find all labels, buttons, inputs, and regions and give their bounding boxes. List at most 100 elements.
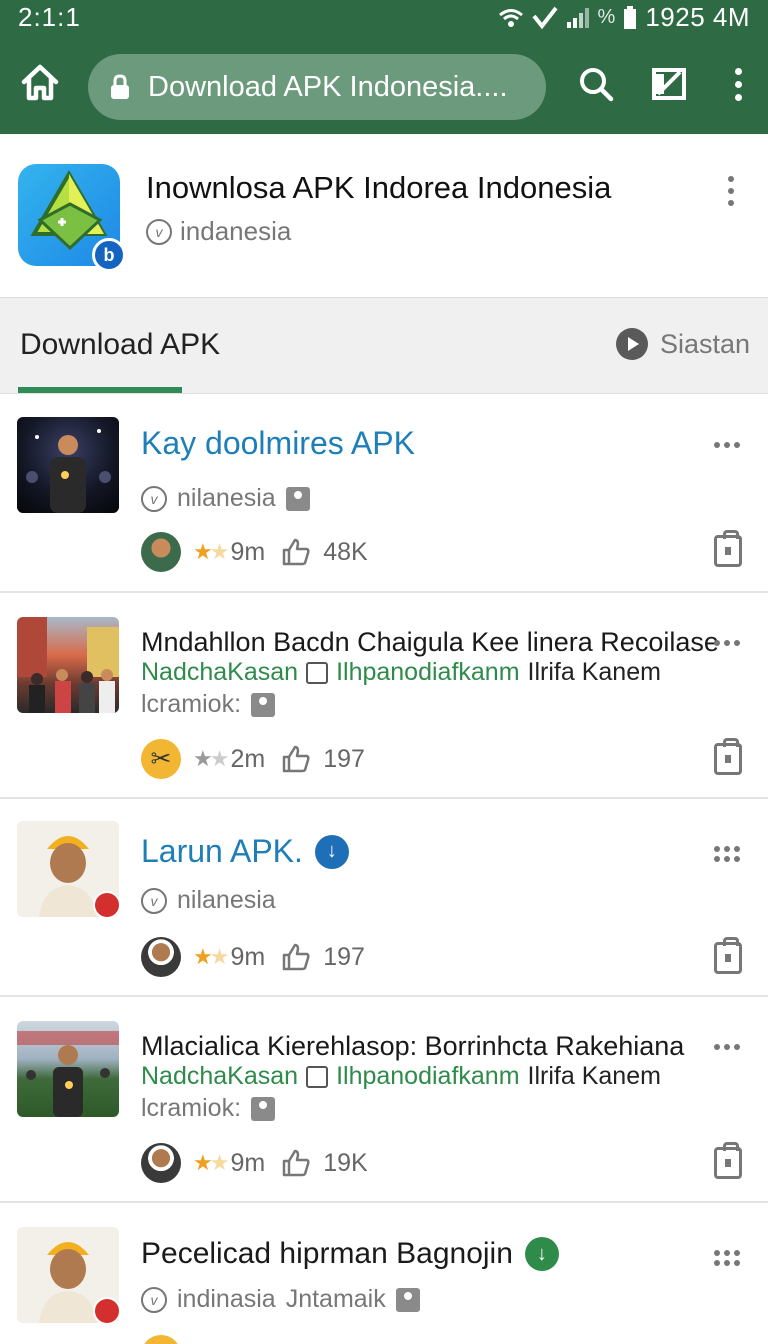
item-likes: 19K [323,1148,368,1177]
site-logo-badge: b [92,238,126,272]
avatar [141,937,181,977]
item-publisher: v nilanesia [141,484,310,513]
item-meta: ★★ 9m 197 [141,937,365,977]
tab-siastan-label: Siastan [659,328,750,359]
item-time: 9m [230,1148,266,1177]
tab-download-apk[interactable]: Download APK [20,328,220,362]
item-meta: ★★ 9m 48K [141,532,368,572]
avatar [141,1335,181,1344]
url-text: Download APK Indonesia.... [148,70,508,103]
thumbs-up-icon[interactable] [281,1148,311,1178]
item-tag-a: NadchaKasan [141,1062,299,1090]
item-thumbnail [17,821,119,917]
site-menu-icon[interactable] [727,176,735,206]
item-menu-icon[interactable] [714,442,740,448]
list-item[interactable]: Mlacialica Kierehlasop: Borrinhcta Rakeh… [0,997,768,1203]
list-item[interactable]: Mndahllon Bacdn Chaigula Kee linera Reco… [0,593,768,799]
app-bar: 2:1:1 % 1925 4M Download APK Indonesia..… [0,0,768,134]
item-publisher-text: nilanesia [177,484,276,512]
download-bag-icon[interactable] [714,738,742,775]
item-title[interactable]: Mndahllon Bacdn Chaigula Kee linera Reco… [141,627,719,658]
verified-outline-icon: v [141,1286,167,1313]
download-bag-icon[interactable] [714,530,742,567]
item-publisher-text: indinasia [177,1285,276,1313]
item-thumbnail [17,417,119,513]
item-meta: ✂ ★★ 2m 197 [141,739,365,779]
tab-active-indicator [18,387,182,393]
item-tag-c: Ilrifa Kanem [527,1062,661,1090]
item-tag-b: Ilhpanodiafkanm [336,658,520,686]
thumbs-up-icon[interactable] [281,942,311,972]
overflow-menu-icon[interactable] [734,68,742,101]
item-title-row: Pecelicad hiprman Bagnojin ↓ [141,1237,559,1271]
avatar [141,1143,181,1183]
list-item[interactable]: Kay doolmires APK v nilanesia ★★ 9m 48K [0,395,768,593]
tabs-icon[interactable] [650,64,690,104]
status-bar: 2:1:1 % 1925 4M [0,0,768,38]
verified-outline-icon: v [146,218,172,245]
battery-percent-label: % [597,6,616,28]
search-icon[interactable] [576,64,616,104]
play-icon [615,328,648,360]
browser-toolbar: Download APK Indonesia.... [0,38,768,134]
download-bag-icon[interactable] [714,1142,742,1179]
battery-icon [624,5,637,29]
item-tag-c: Ilrifa Kanem [527,658,661,686]
item-publisher: lcramiok: [141,1094,276,1123]
person-icon [251,1096,276,1121]
lock-icon [111,74,129,99]
thumbs-up-icon[interactable] [281,537,311,567]
item-thumbnail [17,1021,119,1117]
tab-siastan[interactable]: Siastan [615,328,750,360]
item-title[interactable]: Kay doolmires APK [141,425,415,462]
person-icon [285,486,310,511]
item-title-row: Larun APK. ↓ [141,833,349,870]
item-publisher: v nilanesia [141,886,276,915]
person-icon [395,1287,420,1312]
site-header: b Inownlosa APK Indorea Indonesia v inda… [0,134,768,298]
download-bag-icon[interactable] [714,937,742,974]
person-icon [251,692,276,717]
item-publisher-text: lcramiok: [141,1094,242,1122]
tab-bar: Download APK Siastan [0,298,768,394]
thumbs-up-icon[interactable] [281,744,311,774]
item-menu-icon[interactable] [714,1250,740,1266]
item-publisher-text: lcramiok: [141,690,242,718]
status-time: 2:1:1 [18,2,81,32]
tag-separator-icon [306,1065,329,1088]
status-clock: 1925 4M [645,2,750,32]
item-time: 9m [230,942,266,971]
item-tags: NadchaKasan Ilhpanodiafkanm Ilrifa Kanem [141,1062,661,1091]
item-title[interactable]: Pecelicad hiprman Bagnojin [141,1237,513,1271]
avatar [141,532,181,572]
list-item[interactable]: Larun APK. ↓ v nilanesia ★★ 9m 197 [0,799,768,997]
verified-icon: ↓ [524,1237,559,1271]
item-menu-icon[interactable] [714,640,740,646]
verified-outline-icon: v [141,485,167,512]
item-publisher-text: nilanesia [177,886,276,914]
avatar: ✂ [141,739,181,779]
item-thumbnail [17,617,119,713]
item-title[interactable]: Mlacialica Kierehlasop: Borrinhcta Rakeh… [141,1031,684,1062]
signal-check-icon [531,6,558,29]
item-likes: 48K [323,537,368,566]
rating-stars-icon: ★★ [193,944,229,969]
item-tag-b: Ilhpanodiafkanm [336,1062,520,1090]
item-title[interactable]: Larun APK. [141,833,303,870]
home-icon[interactable] [18,60,62,104]
item-tag-a: NadchaKasan [141,658,299,686]
url-bar[interactable]: Download APK Indonesia.... [88,54,546,120]
item-menu-icon[interactable] [714,1044,740,1050]
rating-stars-icon: ★★ [193,1150,229,1175]
item-likes: 197 [323,744,365,773]
site-logo: b [18,164,126,272]
list-item[interactable]: Pecelicad hiprman Bagnojin ↓ v indinasia… [0,1203,768,1344]
item-likes: 197 [323,942,365,971]
wifi-icon [498,8,523,27]
item-time: 2m [230,744,266,773]
site-title: Inownlosa APK Indorea Indonesia [146,170,612,205]
rating-stars-icon: ★★ [193,539,229,564]
item-menu-icon[interactable] [714,846,740,862]
site-subtitle: v indanesia [146,216,291,247]
publisher-badge-icon [93,1297,119,1323]
